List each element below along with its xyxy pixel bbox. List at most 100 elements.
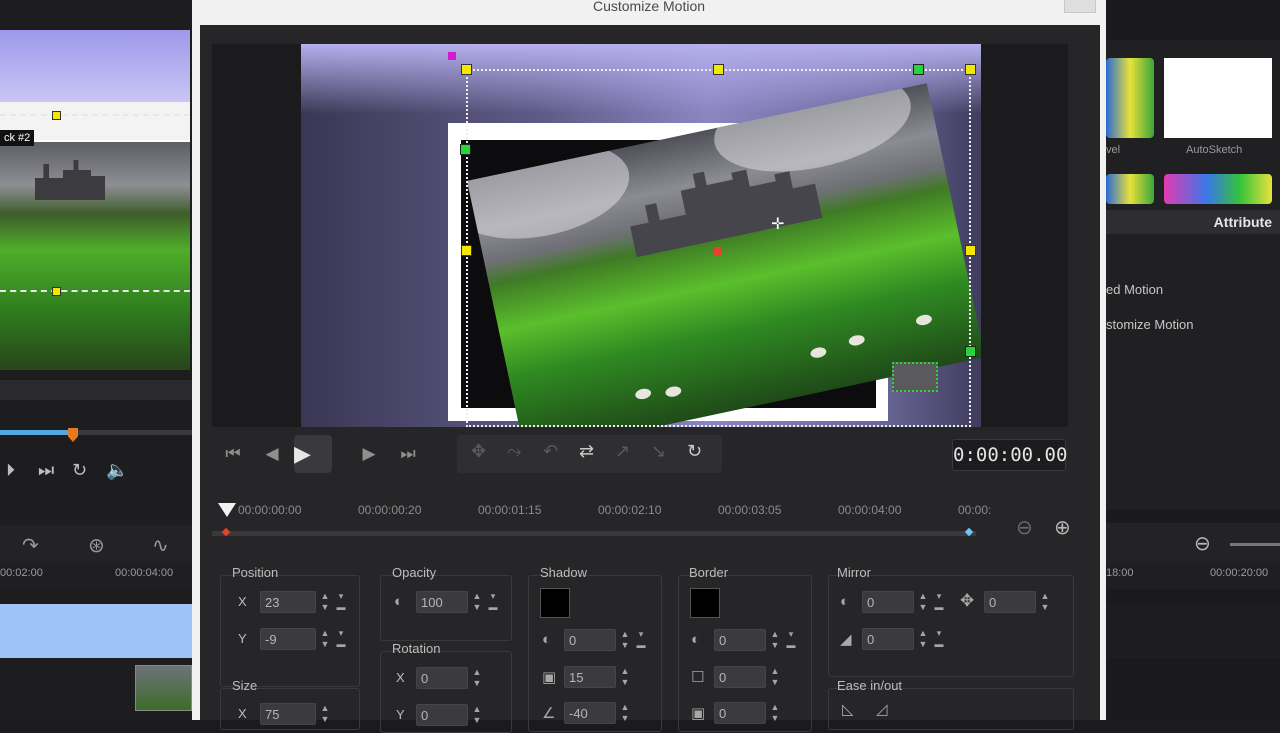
border-width-input[interactable]: 0 [714,666,766,688]
shadow-angle-input[interactable]: -40 [564,702,616,724]
corner-handle[interactable] [913,64,924,75]
mirror-distance-stepper[interactable]: ▲ ▼ [1038,591,1052,613]
shadow-blur-stepper[interactable]: ▲ ▼ [618,666,632,688]
handle-yellow[interactable] [52,111,61,120]
swap-keyframes-icon[interactable]: ⇄ [579,441,594,462]
timeline-ruler: 00:02:00 00:00:04:00 [0,563,192,589]
shadow-opacity-stepper[interactable]: ▲ ▼ [618,629,632,651]
menu-customize-motion[interactable]: stomize Motion [1106,317,1193,332]
opacity-stepper[interactable]: ▲ ▼ [470,591,484,613]
previous-frame-icon[interactable]: ◀ [257,439,287,469]
mirror-opacity-input[interactable]: 0 [862,591,914,613]
paste-keyframe-icon[interactable]: ↘ [651,441,666,462]
border-color-swatch[interactable] [690,588,720,618]
position-y-keyframe-icon[interactable]: ▾ ▬ [334,628,348,650]
shadow-blur-icon: ▣ [542,669,557,686]
redo-icon[interactable]: ↷ [22,533,39,558]
position-x-keyframe-icon[interactable]: ▾ ▬ [334,591,348,613]
scrub-track[interactable] [70,430,192,435]
mirror-fade-stepper[interactable]: ▲ ▼ [916,628,930,650]
zoom-in-icon[interactable]: ⊕ [1054,515,1071,540]
rotate-handle[interactable] [448,52,456,60]
border-blur-input[interactable]: 0 [714,702,766,724]
handle-yellow[interactable] [52,287,61,296]
rotation-y-input[interactable]: 0 [416,704,468,726]
ease-out-icon[interactable]: ◿ [876,700,888,718]
add-keyframe-icon[interactable]: ✥ [471,441,486,462]
remove-keyframe-icon[interactable]: ⤳ [507,441,521,462]
tile-balloon-3[interactable] [1164,174,1272,204]
menu-predefined-motion[interactable]: ed Motion [1106,282,1163,297]
timeline-clip[interactable] [0,604,192,658]
reverse-icon[interactable]: ↶ [543,441,558,462]
keyframe-track[interactable] [212,531,976,536]
next-frame-icon[interactable]: ⏵ [6,460,15,481]
playhead-marker[interactable] [68,428,78,442]
preview-stage[interactable]: ✛ [301,44,981,427]
mirror-fade-input[interactable]: 0 [862,628,914,650]
corner-handle[interactable] [460,144,471,155]
shadow-angle-stepper[interactable]: ▲ ▼ [618,702,632,724]
handle-middle-left[interactable] [461,245,472,256]
attribute-tab[interactable]: Attribute [1106,210,1280,234]
handle-top-right[interactable] [965,64,976,75]
ruler-tick: 00:00:04:00 [115,567,174,579]
volume-icon[interactable]: 🔈 [106,460,128,481]
play-button[interactable]: ▶ [294,435,332,473]
mirror-fade-keyframe-icon[interactable]: ▾ ▬ [932,628,946,650]
shadow-color-swatch[interactable] [540,588,570,618]
reset-icon[interactable]: ↻ [687,441,702,462]
rotation-x-input[interactable]: 0 [416,667,468,689]
shadow-opacity-input[interactable]: 0 [564,629,616,651]
audio-wave-icon[interactable]: ∿ [152,533,169,558]
position-x-stepper[interactable]: ▲ ▼ [318,591,332,613]
center-point[interactable] [714,247,722,255]
close-button[interactable] [1064,0,1096,13]
mirror-keyframe-icon[interactable]: ▾ ▬ [932,591,946,613]
corner-handle[interactable] [965,346,976,357]
next-frame-icon[interactable]: ▶ [354,439,384,469]
timecode-field[interactable]: 0:00:00.00 [952,439,1067,471]
size-x-input[interactable]: 75 [260,703,316,725]
skip-end-icon[interactable]: ⏭ [38,460,54,481]
opacity-input[interactable]: 100 [416,591,468,613]
mix-icon[interactable]: ⊛ [88,533,105,558]
tile-autosketch[interactable] [1164,58,1272,138]
border-opacity-stepper[interactable]: ▲ ▼ [768,629,782,651]
handle-middle-right[interactable] [965,245,976,256]
border-keyframe-icon[interactable]: ▾ ▬ [784,629,798,651]
opacity-keyframe-icon[interactable]: ▾ ▬ [486,591,500,613]
zoom-out-icon[interactable]: ⊖ [1016,515,1033,540]
rotation-x-stepper[interactable]: ▲ ▼ [470,667,484,689]
border-width-stepper[interactable]: ▲ ▼ [768,666,782,688]
keyframe-ruler[interactable]: 00:00:00:00 00:00:00:20 00:00:01:15 00:0… [212,503,1002,543]
skip-end-icon[interactable]: ⏭ [393,439,423,469]
handle-top-center[interactable] [713,64,724,75]
skip-start-icon[interactable]: ⏮ [218,439,248,469]
tile-balloon[interactable] [1106,58,1154,138]
copy-keyframe-icon[interactable]: ↗ [615,441,630,462]
zoom-slider[interactable] [1230,543,1280,546]
zoom-out-icon[interactable]: ⊖ [1194,531,1211,556]
border-blur-stepper[interactable]: ▲ ▼ [768,702,782,724]
repeat-icon[interactable]: ↻ [72,460,87,481]
position-y-stepper[interactable]: ▲ ▼ [318,628,332,650]
background-editor-left: ck #2 ⏵ ⏭ ↻ 🔈 ↷ ⊛ ∿ 00:02:00 00:00:04:00 [0,0,192,720]
tile-balloon-2[interactable] [1106,174,1154,204]
playhead-marker[interactable] [218,503,236,517]
position-x-input[interactable]: 23 [260,591,316,613]
mirror-distance-input[interactable]: 0 [984,591,1036,613]
mirror-opacity-stepper[interactable]: ▲ ▼ [916,591,930,613]
border-opacity-input[interactable]: 0 [714,629,766,651]
shadow-blur-input[interactable]: 15 [564,666,616,688]
position-y-input[interactable]: -9 [260,628,316,650]
clip-thumbnail[interactable] [135,665,192,711]
rotation-y-stepper[interactable]: ▲ ▼ [470,704,484,726]
ease-in-icon[interactable]: ◺ [842,700,854,718]
size-x-stepper[interactable]: ▲ ▼ [318,703,332,725]
timeline-track[interactable] [1106,604,1280,658]
ruler-tick: 00:02:00 [0,567,43,579]
shadow-keyframe-icon[interactable]: ▾ ▬ [634,629,648,651]
handle-top-left[interactable] [461,64,472,75]
size-label: Size [232,678,258,693]
